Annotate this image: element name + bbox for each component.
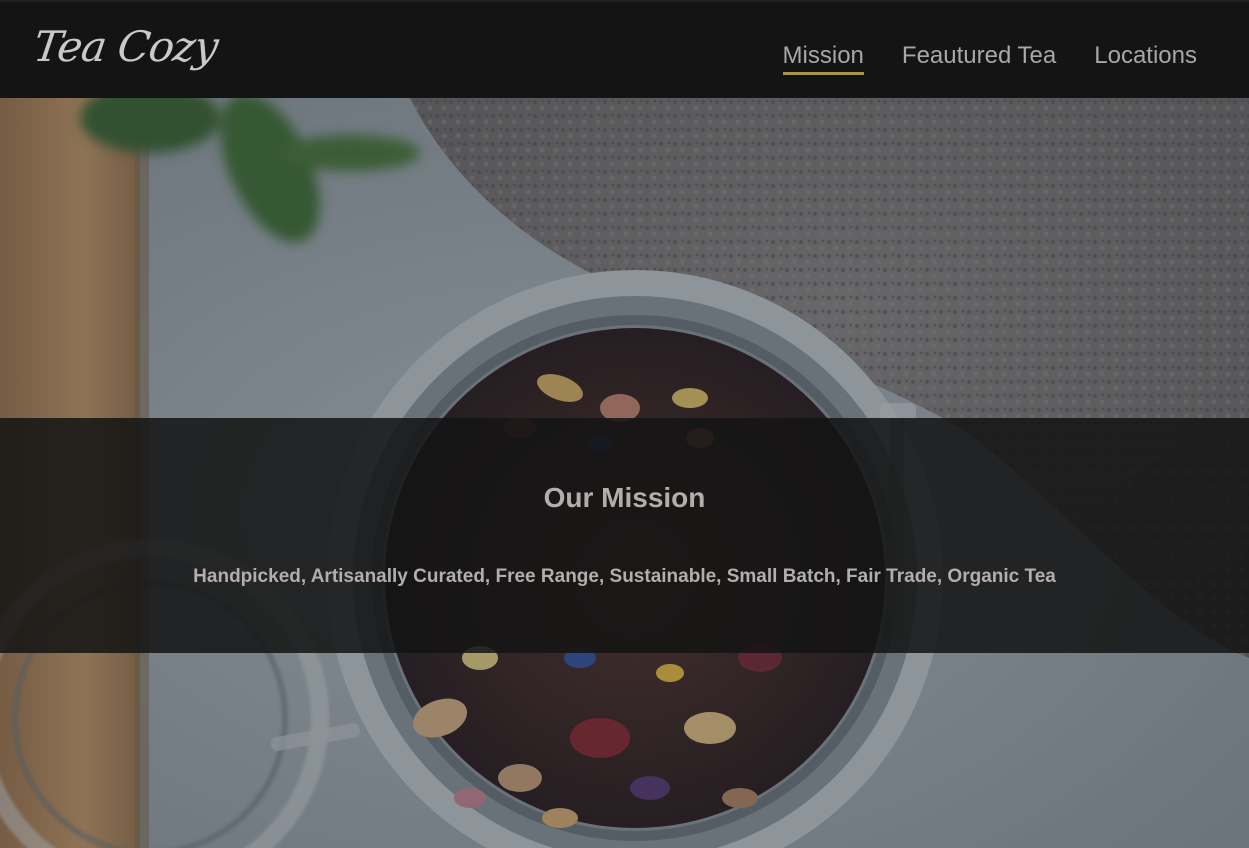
main-nav: Mission Feautured Tea Locations: [782, 42, 1197, 75]
nav-link-locations[interactable]: Locations: [1094, 42, 1197, 75]
nav-link-mission[interactable]: Mission: [782, 42, 864, 75]
site-header: Tea Cozy Mission Feautured Tea Locations: [0, 0, 1249, 98]
mission-text: Handpicked, Artisanally Curated, Free Ra…: [193, 566, 1056, 587]
logo[interactable]: Tea Cozy: [31, 22, 221, 71]
page: Tea Cozy Mission Feautured Tea Locations: [0, 0, 1249, 848]
mission-title: Our Mission: [543, 482, 706, 513]
nav-link-featured-tea[interactable]: Feautured Tea: [902, 42, 1056, 75]
mission-section: Our Mission Handpicked, Artisanally Cura…: [0, 418, 1249, 653]
